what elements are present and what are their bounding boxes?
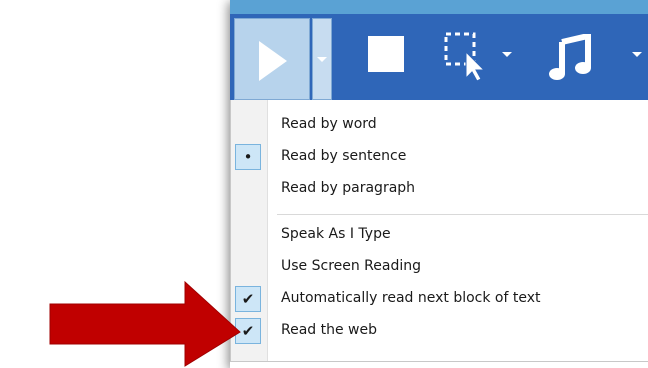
menu-separator [277,214,648,215]
menu-item-speak-as-i-type[interactable]: Speak As I Type [231,220,648,250]
play-options-menu: Read by word • Read by sentence Read by … [230,100,648,362]
menu-item-label: Automatically read next block of text [281,290,541,306]
music-options-dropdown-button[interactable] [630,48,644,62]
stop-button[interactable] [368,36,408,76]
menu-item-read-the-web[interactable]: ✔ Read the web [231,316,648,346]
chevron-down-icon [502,52,512,57]
menu-item-label: Use Screen Reading [281,258,422,274]
chevron-down-icon [632,52,642,57]
select-pointer-icon [444,32,486,82]
play-options-dropdown-button[interactable] [312,18,332,100]
menu-item-read-by-word[interactable]: Read by word [231,110,648,140]
menu-item-read-by-sentence[interactable]: • Read by sentence [231,142,648,172]
checkmark-icon: ✔ [241,322,255,340]
music-button[interactable] [548,32,592,82]
menu-item-label: Read the web [281,322,378,338]
select-button[interactable] [444,32,490,82]
checkmark-icon: ✔ [241,290,255,308]
stop-icon [368,36,404,72]
menu-item-use-screen-reading[interactable]: Use Screen Reading [231,252,648,282]
selected-radio-indicator: • [235,144,261,170]
menu-item-label: Read by paragraph [281,180,416,196]
bullet-icon: • [243,148,253,166]
menu-item-label: Read by sentence [281,148,407,164]
menu-item-read-by-paragraph[interactable]: Read by paragraph [231,174,648,204]
play-icon [259,41,287,81]
checkmark-indicator: ✔ [235,318,261,344]
menu-item-auto-read-next-block[interactable]: ✔ Automatically read next block of text [231,284,648,314]
read-aloud-toolbar [230,0,648,100]
chevron-down-icon [317,57,327,62]
menu-item-label: Read by word [281,116,377,132]
play-button[interactable] [234,18,310,100]
toolbar-top-strip [230,0,648,14]
music-note-icon [549,32,591,80]
menu-item-label: Speak As I Type [281,226,391,242]
checkmark-indicator: ✔ [235,286,261,312]
screenshot-stage: Read by word • Read by sentence Read by … [0,0,648,368]
select-options-dropdown-button[interactable] [500,48,514,62]
